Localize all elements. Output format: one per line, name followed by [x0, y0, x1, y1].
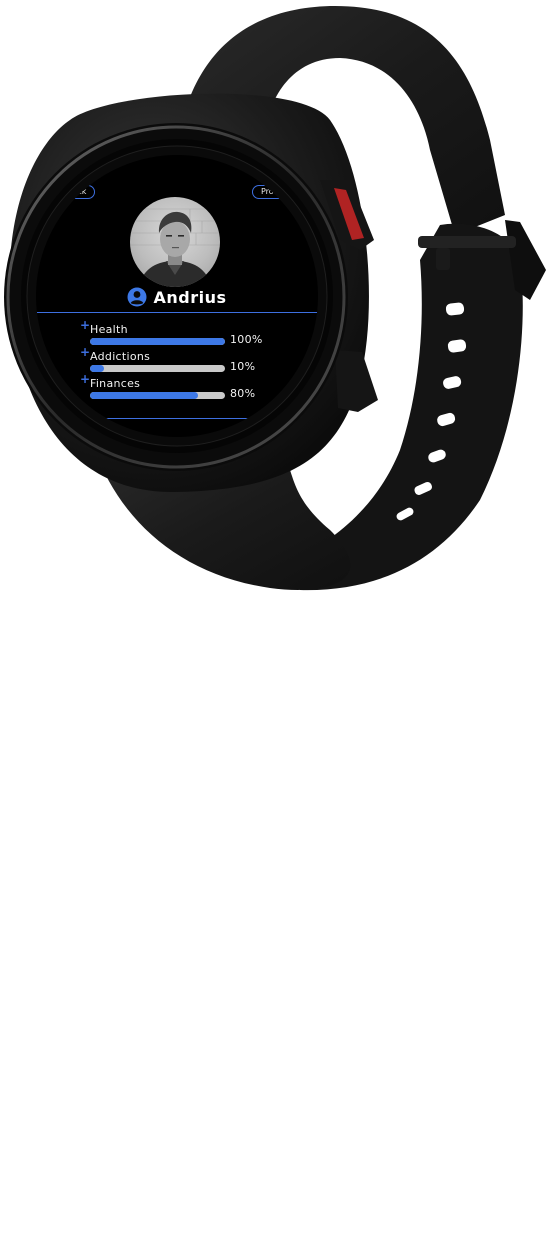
user-photo [130, 208, 220, 287]
progress-track [90, 338, 225, 345]
stat-value: 10% [230, 360, 256, 373]
divider-bottom [86, 418, 256, 419]
stat-finances: + Finances 80% [80, 373, 290, 403]
add-icon[interactable]: + [80, 373, 90, 385]
user-name-row: Andrius [36, 286, 318, 308]
stat-value: 80% [230, 387, 256, 400]
stat-addictions: + Addictions 10% [80, 346, 290, 376]
stat-label: Finances [90, 377, 141, 390]
stat-value: 100% [230, 333, 263, 346]
progress-fill [90, 392, 198, 399]
back-button[interactable]: Back [58, 185, 96, 199]
divider-top [36, 312, 318, 313]
add-icon[interactable]: + [80, 346, 90, 358]
progress-track [90, 365, 225, 372]
progress-track [90, 392, 225, 399]
user-circle-icon [127, 287, 147, 307]
progress-fill [90, 365, 104, 372]
profile-button[interactable]: Profile [252, 185, 295, 199]
watch-screen: Back Profile Andrius + Health 100% + Add… [36, 155, 318, 437]
user-name: Andrius [153, 287, 227, 307]
progress-fill [90, 338, 225, 345]
add-icon[interactable]: + [80, 319, 90, 331]
stat-health: + Health 100% [80, 319, 290, 349]
avatar [130, 197, 220, 287]
stat-label: Addictions [90, 350, 151, 363]
stat-label: Health [90, 323, 128, 336]
